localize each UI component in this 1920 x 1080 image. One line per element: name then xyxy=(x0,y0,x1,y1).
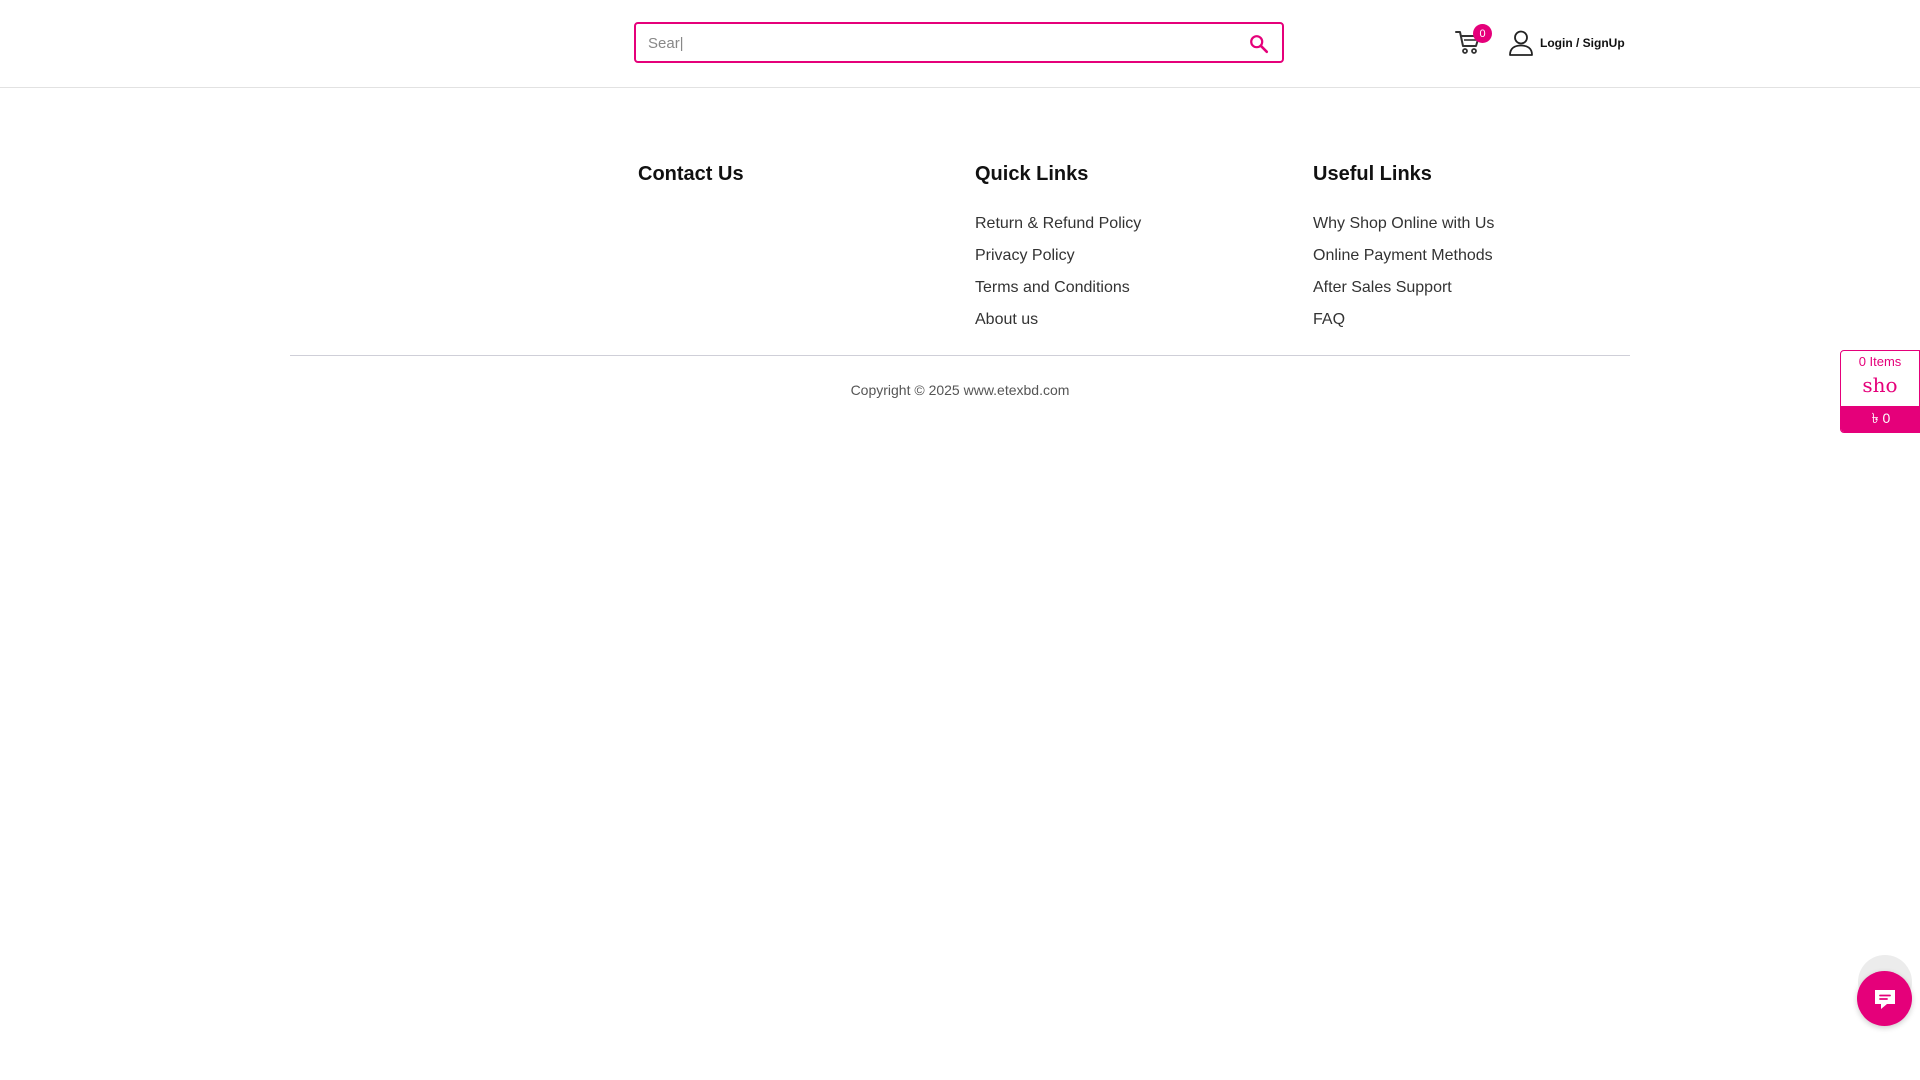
quick-links-title: Quick Links xyxy=(975,163,1089,185)
link-faq[interactable]: FAQ xyxy=(1313,304,1494,336)
copyright-text: Copyright © 2025 www.etexbd.com xyxy=(850,382,1070,398)
user-icon xyxy=(1509,30,1533,56)
mini-cart-items-count: 0 Items xyxy=(1858,354,1902,369)
useful-links-section: Useful Links Why Shop Online with Us Onl… xyxy=(1313,163,1494,336)
login-signup-label: Login / SignUp xyxy=(1540,36,1625,50)
contact-us-section: Contact Us xyxy=(638,163,744,208)
chat-icon xyxy=(1874,989,1895,1009)
link-return-refund-policy[interactable]: Return & Refund Policy xyxy=(975,208,1141,240)
useful-links-title: Useful Links xyxy=(1313,163,1432,185)
search-box xyxy=(634,22,1284,63)
search-icon xyxy=(1250,35,1269,54)
contact-us-title: Contact Us xyxy=(638,163,744,185)
link-after-sales-support[interactable]: After Sales Support xyxy=(1313,272,1494,304)
chat-button[interactable] xyxy=(1857,971,1912,1026)
link-about-us[interactable]: About us xyxy=(975,304,1141,336)
site-header: 0 Login / SignUp xyxy=(0,0,1920,88)
link-online-payment-methods[interactable]: Online Payment Methods xyxy=(1313,240,1494,272)
shopping-bag-icon: sho xyxy=(1862,373,1898,397)
floating-mini-cart[interactable]: 0 Items sho ৳ 0 xyxy=(1840,350,1920,433)
footer-divider xyxy=(290,355,1630,356)
login-signup-link[interactable]: Login / SignUp xyxy=(1508,28,1625,58)
link-privacy-policy[interactable]: Privacy Policy xyxy=(975,240,1141,272)
useful-links-list: Why Shop Online with Us Online Payment M… xyxy=(1313,208,1494,336)
cart-count-badge: 0 xyxy=(1473,24,1492,43)
search-button[interactable] xyxy=(1246,31,1272,57)
mini-cart-total: ৳ 0 xyxy=(1841,406,1919,432)
quick-links-section: Quick Links Return & Refund Policy Priva… xyxy=(975,163,1141,336)
quick-links-list: Return & Refund Policy Privacy Policy Te… xyxy=(975,208,1141,336)
link-why-shop-online[interactable]: Why Shop Online with Us xyxy=(1313,208,1494,240)
search-input[interactable] xyxy=(646,31,1226,55)
link-terms-and-conditions[interactable]: Terms and Conditions xyxy=(975,272,1141,304)
